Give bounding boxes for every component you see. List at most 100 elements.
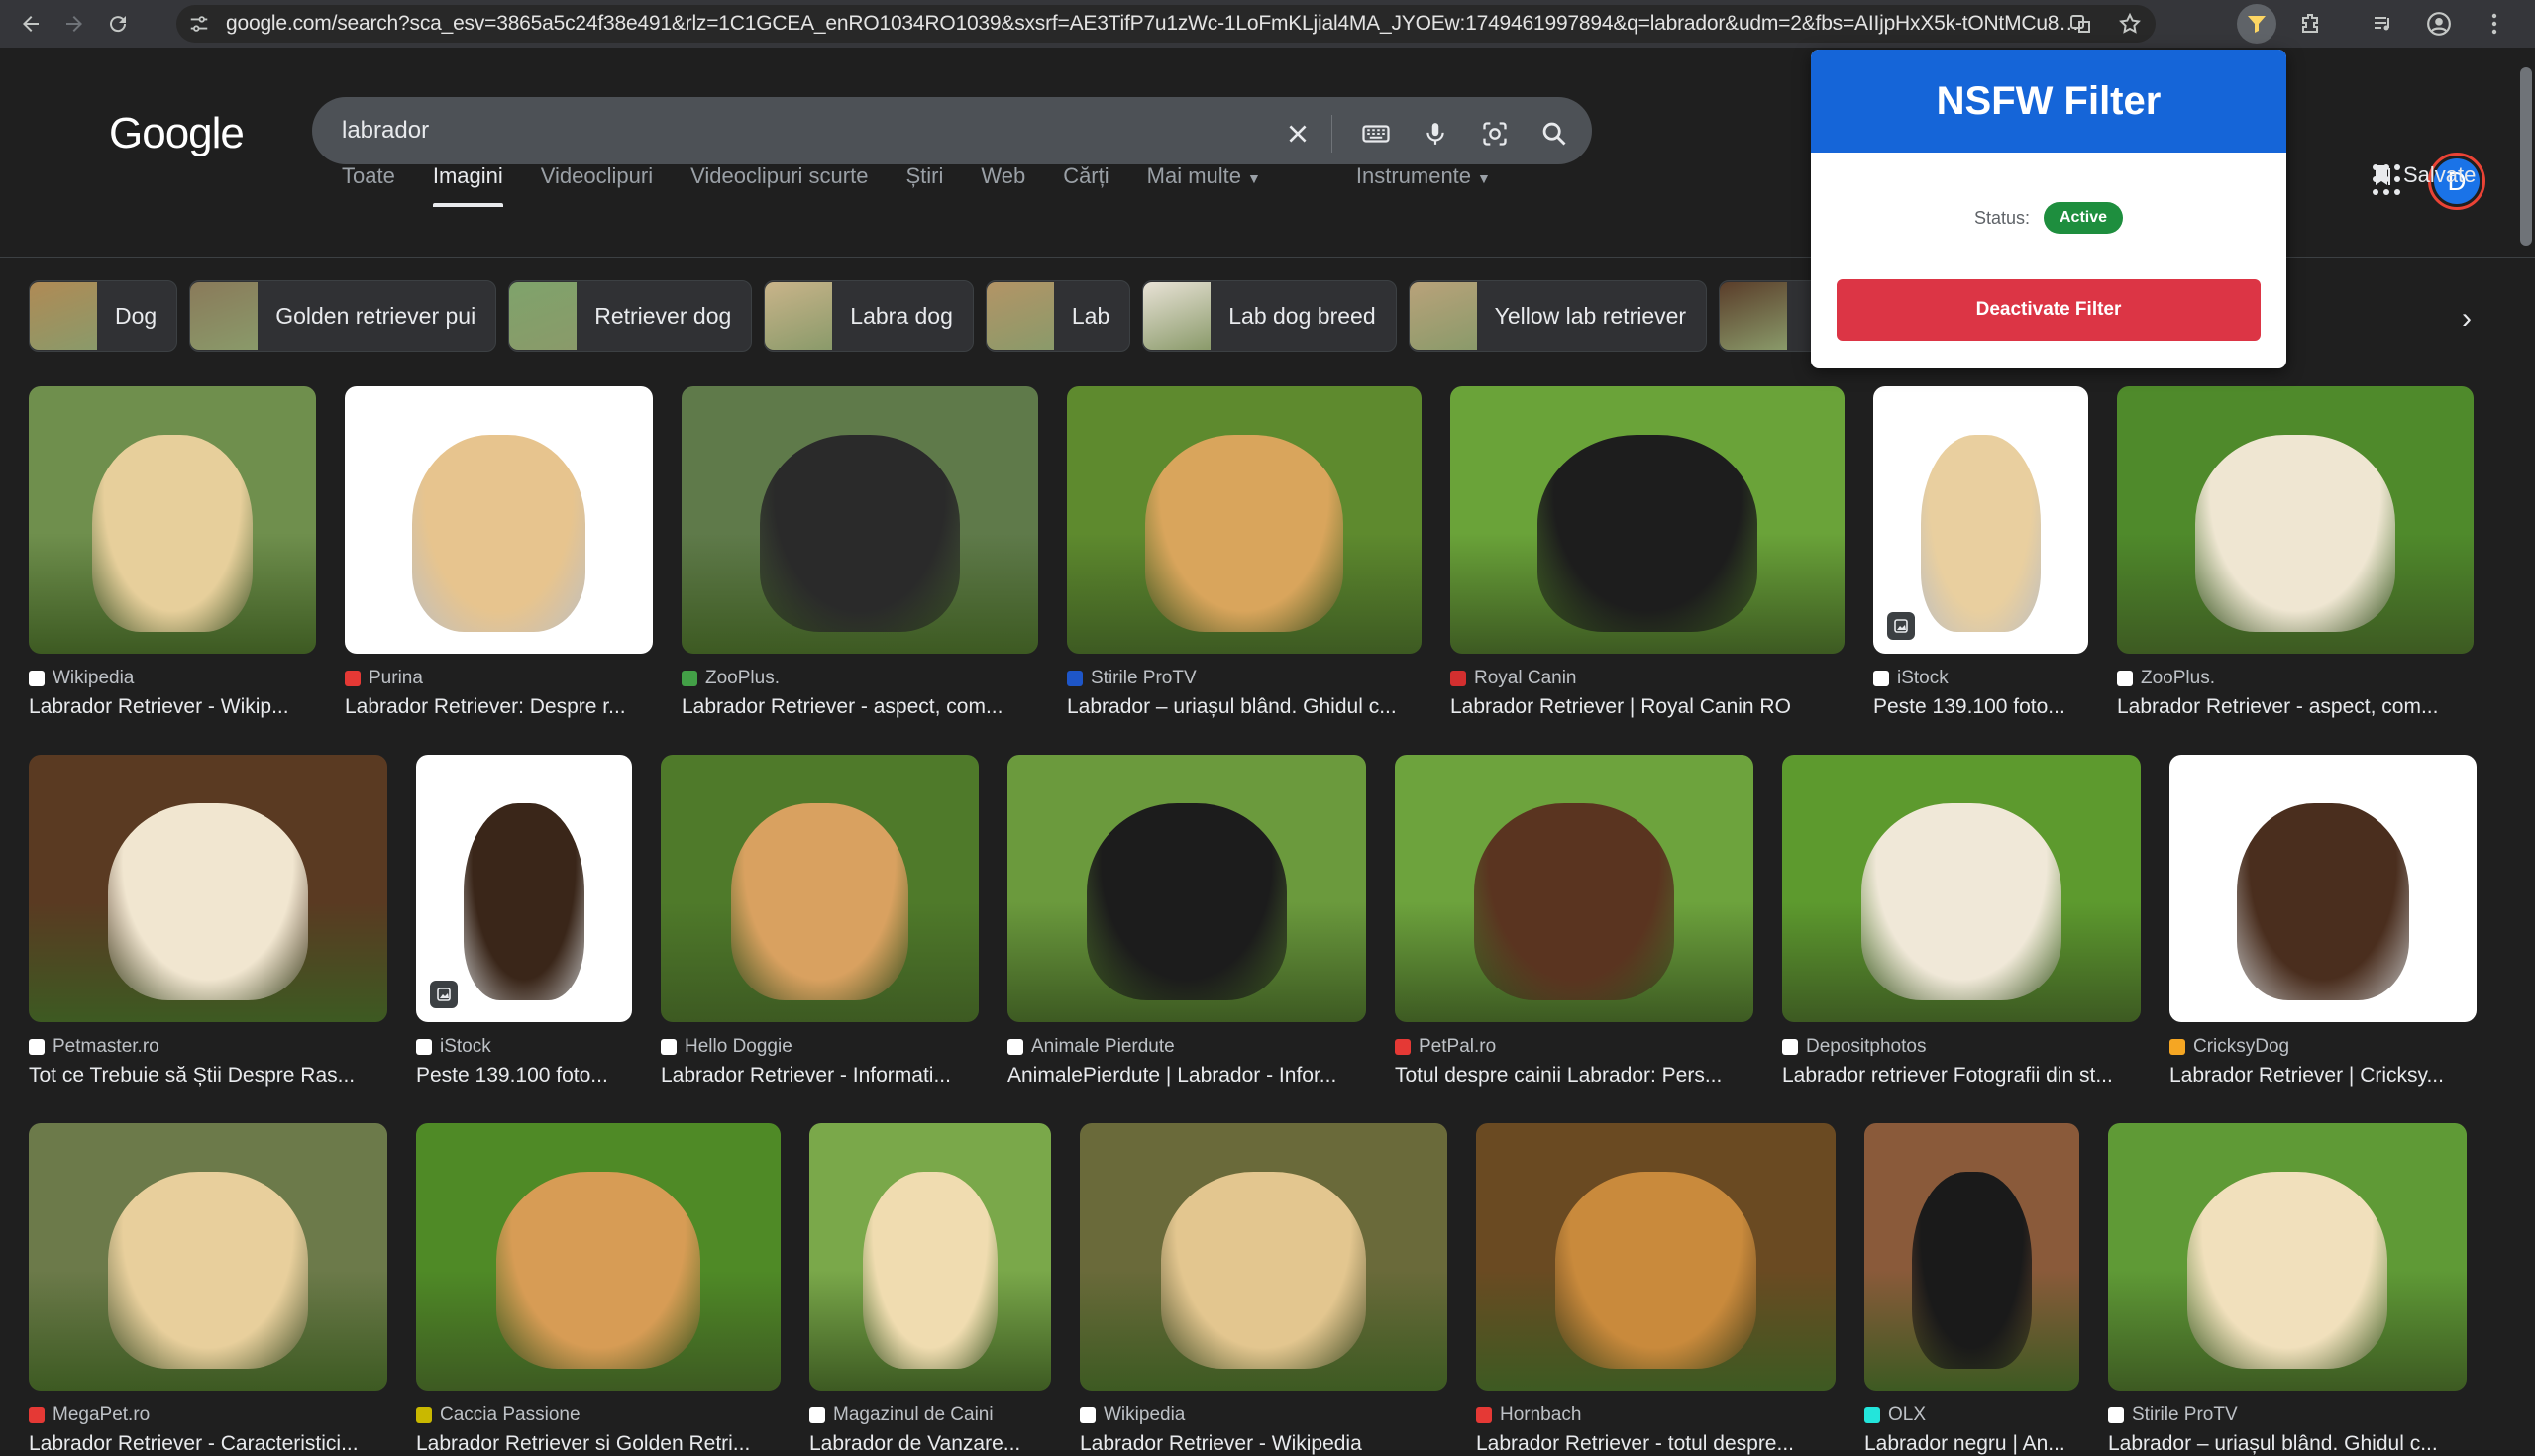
image-result-card[interactable]: Stirile ProTV Labrador – uriașul blând. G…: [2108, 1123, 2467, 1456]
result-source[interactable]: Stirile ProTV: [1067, 668, 1422, 689]
search-input[interactable]: labrador: [342, 117, 429, 145]
image-thumbnail[interactable]: [2117, 386, 2474, 654]
image-thumbnail[interactable]: [1873, 386, 2088, 654]
tab-mai-multe[interactable]: Mai multe ▼: [1147, 163, 1261, 207]
media-icon[interactable]: [2364, 4, 2403, 44]
image-thumbnail[interactable]: [1067, 386, 1422, 654]
result-title[interactable]: Labrador Retriever | Cricksy...: [2169, 1064, 2477, 1088]
keyboard-icon[interactable]: [1360, 118, 1392, 150]
image-result-card[interactable]: PetPal.ro Totul despre cainii Labrador: P…: [1395, 755, 1753, 1088]
image-thumbnail[interactable]: [29, 386, 316, 654]
image-thumbnail[interactable]: [2108, 1123, 2467, 1391]
result-title[interactable]: Labrador Retriever - aspect, com...: [682, 695, 1038, 719]
result-title[interactable]: Peste 139.100 foto...: [416, 1064, 632, 1088]
image-thumbnail[interactable]: [416, 1123, 781, 1391]
result-source[interactable]: Caccia Passione: [416, 1404, 781, 1426]
result-title[interactable]: Labrador negru | An...: [1864, 1432, 2079, 1456]
image-result-card[interactable]: iStock Peste 139.100 foto...: [1873, 386, 2088, 719]
image-thumbnail[interactable]: [661, 755, 979, 1022]
chip-item[interactable]: Golden retriever pui: [189, 280, 497, 352]
result-title[interactable]: AnimalePierdute | Labrador - Infor...: [1007, 1064, 1366, 1088]
image-result-card[interactable]: Purina Labrador Retriever: Despre r...: [345, 386, 653, 719]
translate-icon[interactable]: [2066, 10, 2094, 38]
image-result-card[interactable]: ZooPlus. Labrador Retriever - aspect, com…: [682, 386, 1038, 719]
image-result-card[interactable]: Wikipedia Labrador Retriever - Wikip...: [29, 386, 316, 719]
result-source[interactable]: ZooPlus.: [2117, 668, 2474, 689]
result-title[interactable]: Labrador – uriașul blând. Ghidul c...: [1067, 695, 1422, 719]
result-source[interactable]: Wikipedia: [1080, 1404, 1447, 1426]
image-result-card[interactable]: OLX Labrador negru | An...: [1864, 1123, 2079, 1456]
image-result-card[interactable]: Animale Pierdute AnimalePierdute | Labrad…: [1007, 755, 1366, 1088]
result-title[interactable]: Labrador Retriever si Golden Retri...: [416, 1432, 781, 1456]
filter-extension-icon[interactable]: [2237, 4, 2276, 44]
saved-button[interactable]: Salvate: [2374, 162, 2476, 188]
image-thumbnail[interactable]: [1450, 386, 1845, 654]
result-source[interactable]: iStock: [416, 1036, 632, 1058]
result-title[interactable]: Tot ce Trebuie să Știi Despre Ras...: [29, 1064, 387, 1088]
result-title[interactable]: Labrador Retriever - Wikipedia: [1080, 1432, 1447, 1456]
image-result-card[interactable]: iStock Peste 139.100 foto...: [416, 755, 632, 1088]
reload-icon[interactable]: [105, 11, 131, 37]
address-bar[interactable]: google.com/search?sca_esv=3865a5c24f38e4…: [176, 5, 2156, 43]
tab-carti[interactable]: Cărți: [1063, 163, 1109, 207]
image-thumbnail[interactable]: [1782, 755, 2141, 1022]
tab-imagini[interactable]: Imagini: [432, 163, 503, 207]
result-title[interactable]: Labrador Retriever - Informati...: [661, 1064, 979, 1088]
scrollbar[interactable]: [2520, 67, 2532, 246]
image-thumbnail[interactable]: [1476, 1123, 1836, 1391]
image-thumbnail[interactable]: [809, 1123, 1051, 1391]
search-icon[interactable]: [1538, 118, 1570, 150]
back-icon[interactable]: [18, 11, 44, 37]
chip-item[interactable]: Dog: [29, 280, 178, 352]
result-title[interactable]: Labrador – uriașul blând. Ghidul c...: [2108, 1432, 2467, 1456]
profile-icon[interactable]: [2419, 4, 2459, 44]
tab-toate[interactable]: Toate: [342, 163, 395, 207]
result-title[interactable]: Labrador Retriever | Royal Canin RO: [1450, 695, 1845, 719]
image-thumbnail[interactable]: [29, 755, 387, 1022]
result-source[interactable]: PetPal.ro: [1395, 1036, 1753, 1058]
result-title[interactable]: Labrador retriever Fotografii din st...: [1782, 1064, 2141, 1088]
bookmark-star-icon[interactable]: [2116, 10, 2144, 38]
site-info-icon[interactable]: [182, 7, 216, 41]
image-thumbnail[interactable]: [1007, 755, 1366, 1022]
image-result-card[interactable]: Magazinul de Caini Labrador de Vanzare...: [809, 1123, 1051, 1456]
result-source[interactable]: ZooPlus.: [682, 668, 1038, 689]
image-result-card[interactable]: Wikipedia Labrador Retriever - Wikipedia: [1080, 1123, 1447, 1456]
image-thumbnail[interactable]: [1395, 755, 1753, 1022]
image-result-card[interactable]: Hornbach Labrador Retriever - totul despr…: [1476, 1123, 1836, 1456]
result-source[interactable]: iStock: [1873, 668, 2088, 689]
forward-icon[interactable]: [61, 11, 87, 37]
tab-videoclipuri[interactable]: Videoclipuri: [541, 163, 653, 207]
image-thumbnail[interactable]: [345, 386, 653, 654]
tab-web[interactable]: Web: [981, 163, 1025, 207]
result-title[interactable]: Labrador Retriever - Wikip...: [29, 695, 316, 719]
result-source[interactable]: Magazinul de Caini: [809, 1404, 1051, 1426]
image-result-card[interactable]: Royal Canin Labrador Retriever | Royal Ca…: [1450, 386, 1845, 719]
image-result-card[interactable]: Depositphotos Labrador retriever Fotograf…: [1782, 755, 2141, 1088]
result-source[interactable]: Hornbach: [1476, 1404, 1836, 1426]
result-title[interactable]: Labrador de Vanzare...: [809, 1432, 1051, 1456]
result-title[interactable]: Peste 139.100 foto...: [1873, 695, 2088, 719]
deactivate-filter-button[interactable]: Deactivate Filter: [1837, 279, 2261, 341]
image-result-card[interactable]: Hello Doggie Labrador Retriever - Informa…: [661, 755, 979, 1088]
result-title[interactable]: Totul despre cainii Labrador: Pers...: [1395, 1064, 1753, 1088]
result-source[interactable]: Wikipedia: [29, 668, 316, 689]
tab-stiri[interactable]: Știri: [905, 163, 943, 207]
extensions-icon[interactable]: [2290, 4, 2330, 44]
result-title[interactable]: Labrador Retriever - aspect, com...: [2117, 695, 2474, 719]
clear-icon[interactable]: [1282, 118, 1314, 150]
result-source[interactable]: Petmaster.ro: [29, 1036, 387, 1058]
chip-item[interactable]: Yellow lab retriever: [1408, 280, 1708, 352]
image-result-card[interactable]: CricksyDog Labrador Retriever | Cricksy..…: [2169, 755, 2477, 1088]
image-result-card[interactable]: Petmaster.ro Tot ce Trebuie să Știi Despr…: [29, 755, 387, 1088]
result-source[interactable]: Royal Canin: [1450, 668, 1845, 689]
image-thumbnail[interactable]: [682, 386, 1038, 654]
image-result-card[interactable]: ZooPlus. Labrador Retriever - aspect, com…: [2117, 386, 2474, 719]
image-result-card[interactable]: Caccia Passione Labrador Retriever si Gol…: [416, 1123, 781, 1456]
image-result-card[interactable]: MegaPet.ro Labrador Retriever - Caracteri…: [29, 1123, 387, 1456]
menu-icon[interactable]: [2475, 4, 2514, 44]
result-source[interactable]: Hello Doggie: [661, 1036, 979, 1058]
chevron-right-icon[interactable]: ›: [2447, 299, 2486, 339]
tab-instrumente[interactable]: Instrumente ▼: [1356, 163, 1491, 207]
url-text[interactable]: google.com/search?sca_esv=3865a5c24f38e4…: [226, 12, 2088, 36]
